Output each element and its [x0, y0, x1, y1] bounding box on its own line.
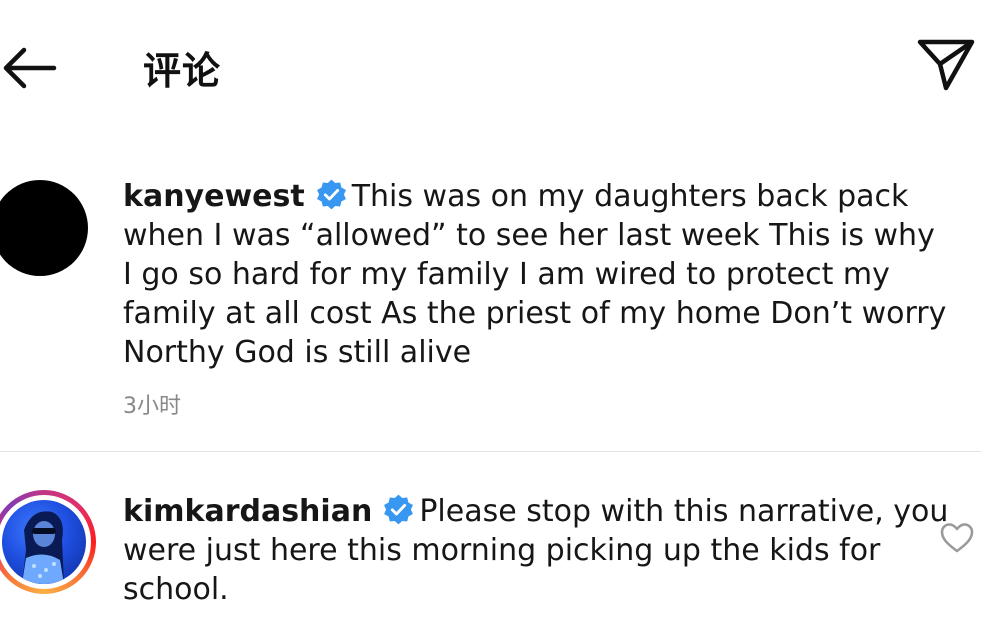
comment-body: kimkardashian Please stop with this narr…	[123, 492, 953, 609]
comment-body: kanyewest This was on my daughters back …	[123, 177, 953, 372]
comment-username[interactable]: kimkardashian	[123, 494, 372, 529]
page-title: 评论	[143, 49, 222, 93]
avatar[interactable]	[0, 180, 88, 276]
top-bar: 评论	[0, 0, 981, 130]
heart-outline-icon	[940, 523, 974, 553]
comment-username[interactable]: kanyewest	[123, 179, 305, 214]
avatar-photo	[2, 500, 86, 584]
verified-badge-icon	[316, 179, 346, 210]
share-button[interactable]	[916, 34, 976, 92]
profile-photo-icon	[22, 511, 64, 584]
avatar[interactable]	[0, 490, 96, 594]
story-ring	[0, 495, 91, 589]
comment-item: kanyewest This was on my daughters back …	[0, 175, 981, 445]
arrow-left-icon	[3, 47, 57, 89]
divider	[0, 451, 981, 452]
comment-timestamp: 3小时	[123, 394, 181, 419]
comment-item: kimkardashian Please stop with this narr…	[0, 482, 981, 622]
paper-plane-icon	[917, 39, 975, 91]
verified-badge-icon	[384, 494, 414, 525]
back-button[interactable]	[0, 38, 60, 94]
like-button[interactable]	[940, 522, 974, 554]
